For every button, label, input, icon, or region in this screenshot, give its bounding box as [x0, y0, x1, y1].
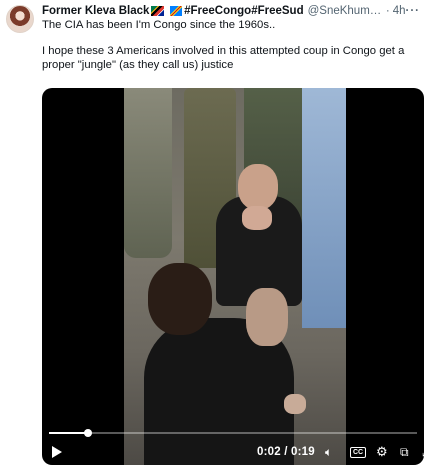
author-handle[interactable]: @SneKhumaloS	[308, 5, 383, 17]
video-foreground-man-hands	[246, 288, 288, 346]
tweet-text-line1: The CIA has been I'm Congo since the 196…	[42, 19, 276, 31]
video-foot	[284, 394, 306, 414]
author-name[interactable]: Former Kleva Black	[42, 5, 149, 17]
separator-dot: ·	[385, 4, 390, 17]
tweet-text-line2: I hope these 3 Americans involved in thi…	[42, 45, 405, 71]
author-hashtags[interactable]: #FreeCongo#FreeSud	[184, 5, 304, 17]
settings-icon[interactable]: ⚙︎	[376, 444, 388, 460]
video-progress-handle[interactable]	[83, 429, 92, 437]
video-controls: 0:02 / 0:19 🔈︎ CC ⚙︎ ⧉ ⤢	[42, 429, 424, 465]
video-foreground-man-head	[148, 263, 212, 335]
congo-flag-icon	[169, 5, 183, 16]
captions-icon[interactable]: CC	[350, 447, 367, 458]
video-bystander-blue	[302, 88, 346, 328]
volume-icon[interactable]: 🔈︎	[325, 444, 332, 460]
video-player[interactable]: 0:02 / 0:19 🔈︎ CC ⚙︎ ⧉ ⤢	[42, 88, 424, 465]
video-soldier-left	[124, 88, 172, 258]
video-timecode: 0:02 / 0:19	[257, 446, 315, 458]
tweet-text: The CIA has been I'm Congo since the 196…	[42, 18, 422, 72]
picture-in-picture-icon[interactable]: ⧉	[400, 444, 409, 460]
video-seated-man-head	[238, 164, 278, 210]
video-progress-bar[interactable]	[49, 429, 417, 437]
more-options-icon[interactable]: ···	[406, 5, 421, 17]
south-africa-flag-icon	[151, 5, 164, 16]
video-frame[interactable]	[124, 88, 346, 465]
author-avatar[interactable]	[6, 5, 34, 33]
video-progress-fill	[49, 432, 88, 434]
video-seated-man-hands	[242, 206, 272, 230]
tweet-time[interactable]: 4h	[393, 5, 406, 17]
tweet-header: Former Kleva Black #FreeCongo#FreeSud @S…	[42, 2, 420, 19]
play-icon[interactable]	[52, 446, 62, 458]
